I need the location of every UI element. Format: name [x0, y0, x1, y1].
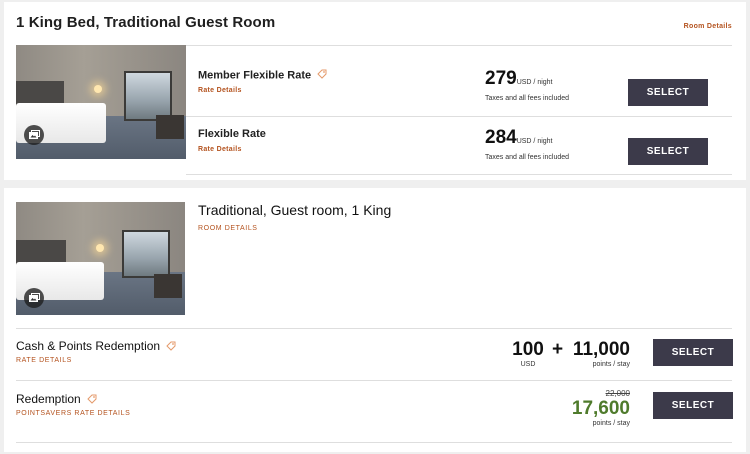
points-price: 11,000 points / stay	[564, 339, 630, 368]
rate-name-text: Member Flexible Rate	[198, 69, 312, 82]
select-button[interactable]: SELECT	[628, 79, 708, 106]
divider	[186, 45, 732, 46]
cash-value: 100	[512, 339, 544, 360]
room-photo[interactable]	[16, 45, 186, 159]
photo-gallery-icon[interactable]	[24, 288, 44, 308]
room-card-king-traditional: 1 King Bed, Traditional Guest Room Room …	[4, 2, 746, 180]
tag-icon	[87, 393, 97, 407]
rate-details-link[interactable]: Rate Details	[198, 87, 242, 94]
divider	[16, 380, 732, 381]
select-button[interactable]: SELECT	[628, 138, 708, 165]
divider	[16, 442, 732, 443]
rate-details-link[interactable]: Rate Details	[198, 146, 242, 153]
select-button[interactable]: SELECT	[653, 339, 733, 366]
price: 279USD / night	[485, 68, 553, 90]
rate-name: Member Flexible Rate	[198, 69, 327, 82]
room-details-link[interactable]: Room Details	[684, 23, 732, 30]
price: 284USD / night	[485, 127, 553, 149]
room-photo[interactable]	[16, 202, 185, 315]
discounted-points: 17,600	[571, 398, 630, 419]
room-details-link[interactable]: ROOM DETAILS	[198, 225, 258, 232]
points-value: 11,000	[572, 339, 630, 360]
select-button[interactable]: SELECT	[653, 392, 733, 419]
price-unit: USD / night	[516, 79, 553, 86]
rate-name-text: Flexible Rate	[198, 128, 266, 140]
original-points: 22,000	[605, 389, 630, 398]
tag-icon	[317, 69, 327, 82]
room-title: 1 King Bed, Traditional Guest Room	[16, 14, 276, 31]
price-note: Taxes and all fees included	[485, 154, 570, 161]
plus-sign: +	[552, 339, 564, 360]
price-value: 284	[485, 127, 517, 148]
price-value: 279	[485, 68, 517, 89]
photo-gallery-icon[interactable]	[24, 125, 44, 145]
rate-name-text: Redemption	[16, 392, 81, 406]
room-title: Traditional, Guest room, 1 King	[198, 202, 392, 218]
divider	[186, 116, 732, 117]
divider	[186, 174, 732, 175]
price-note: Taxes and all fees included	[485, 95, 570, 102]
price-unit: USD / night	[516, 138, 553, 145]
divider	[16, 328, 732, 329]
room-card-traditional-guest: Traditional, Guest room, 1 King ROOM DET…	[4, 188, 746, 452]
points-price: 22,000 17,600 points / stay	[550, 389, 630, 427]
rate-name: Redemption	[16, 392, 97, 407]
points-unit: points / stay	[592, 361, 630, 368]
cash-unit: USD	[520, 361, 536, 368]
rate-details-link[interactable]: POINTSAVERS RATE DETAILS	[16, 410, 130, 417]
points-unit: points / stay	[592, 420, 630, 427]
rate-details-link[interactable]: RATE DETAILS	[16, 357, 72, 364]
rate-name-text: Cash & Points Redemption	[16, 339, 161, 353]
tag-icon	[166, 340, 176, 354]
rate-name: Cash & Points Redemption	[16, 339, 176, 354]
cash-price: 100 USD	[509, 339, 547, 368]
rate-name: Flexible Rate	[198, 128, 266, 140]
